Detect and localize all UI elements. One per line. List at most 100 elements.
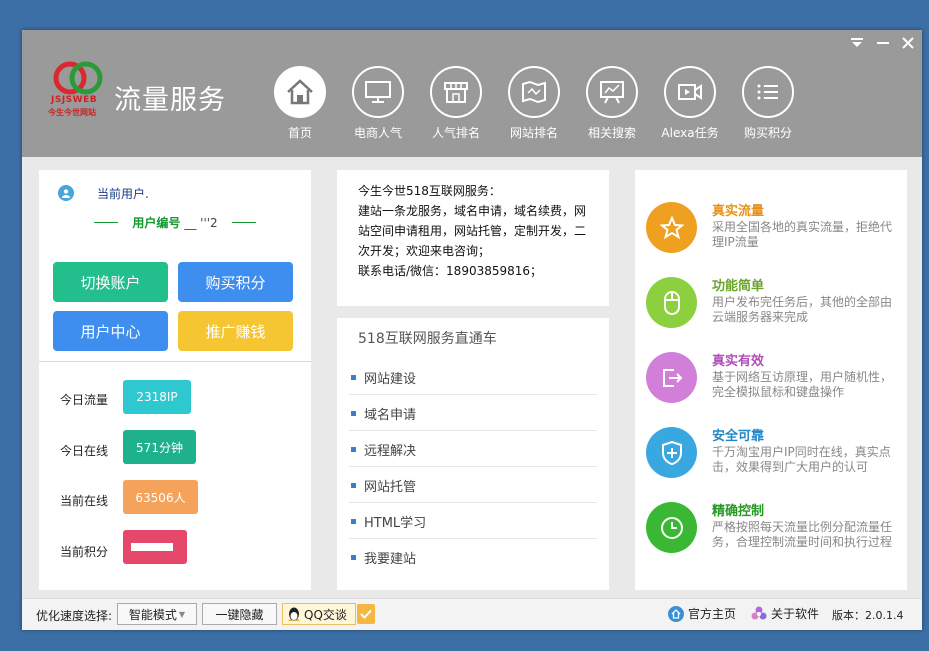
feature-desc: 用户发布完任务后，其他的全部由云端服务器来完成 (712, 295, 893, 324)
nav-related-search[interactable]: 相关搜索 (577, 66, 647, 141)
stat-today-traffic: 2318IP (123, 380, 191, 414)
map-icon (508, 66, 560, 118)
about-link[interactable]: 关于软件 (751, 605, 819, 622)
service-item[interactable]: 域名申请 (349, 396, 597, 431)
shield-plus-icon (646, 427, 697, 478)
mouse-icon (646, 277, 697, 328)
nav-label: 相关搜索 (587, 126, 636, 140)
star-icon (646, 202, 697, 253)
store-icon (430, 66, 482, 118)
hide-button[interactable]: 一键隐藏 (202, 603, 277, 625)
feature-title: 真实有效 (712, 354, 765, 369)
video-icon (664, 66, 716, 118)
service-item[interactable]: 我要建站 (349, 540, 597, 575)
mode-select-value: 智能模式 (128, 607, 177, 622)
service-label: 域名申请 (364, 407, 417, 423)
exit-icon (646, 352, 697, 403)
qq-chat-label: QQ交谈 (304, 607, 347, 622)
minimize-icon[interactable] (874, 34, 892, 52)
nav-ecommerce[interactable]: 电商人气 (343, 66, 413, 141)
feature-title: 功能简单 (712, 279, 765, 294)
user-id-value: __ '''2 (184, 215, 218, 230)
logo: JSJSWEB 今生今世网站 (48, 60, 108, 122)
feature-desc: 千万淘宝用户IP同时在线，真实点击，效果得到广大用户的认可 (712, 445, 891, 474)
nav-label: 人气排名 (431, 126, 480, 140)
mode-select[interactable]: 智能模式 ▼ (117, 603, 197, 625)
current-user-label: 当前用户. (97, 187, 149, 201)
stat-label: 今日在线 (60, 444, 109, 458)
features-panel: 真实流量 采用全国各地的真实流量，拒绝代理IP流量 功能简单 用户发布完任务后，… (635, 170, 907, 590)
about-label: 关于软件 (771, 607, 820, 621)
feature-item: 真实流量 采用全国各地的真实流量，拒绝代理IP流量 (646, 200, 896, 260)
app-title: 流量服务 (114, 85, 226, 116)
app-window: JSJSWEB 今生今世网站 流量服务 首页 电商人气 人气排名 网站排名 相关… (22, 30, 922, 630)
homepage-link[interactable]: 官方主页 (668, 605, 736, 622)
points-redacted-bar (131, 543, 173, 551)
home-globe-icon (668, 605, 684, 622)
service-item[interactable]: 网站建设 (349, 360, 597, 395)
feature-item: 功能简单 用户发布完任务后，其他的全部由云端服务器来完成 (646, 275, 896, 335)
notice-line: 站空间申请租用，网站托管，定制开发，二 (358, 224, 587, 238)
stat-label: 当前积分 (60, 545, 109, 559)
nav-site-rank[interactable]: 网站排名 (499, 66, 569, 141)
version-label: 版本：2.0.1.4 (832, 609, 904, 622)
homepage-label: 官方主页 (688, 607, 737, 621)
service-item[interactable]: 网站托管 (349, 468, 597, 503)
notice-line: 次开发；欢迎来电咨询； (358, 244, 491, 258)
close-icon[interactable] (899, 34, 917, 52)
user-id-label: 用户编号 (132, 216, 181, 230)
service-item[interactable]: HTML学习 (349, 504, 597, 539)
clock-icon (646, 502, 697, 553)
list-icon (742, 66, 794, 118)
qq-penguin-icon (287, 606, 301, 622)
stat-label: 当前在线 (60, 494, 109, 508)
divider (39, 361, 311, 362)
user-avatar-icon (58, 185, 74, 201)
nav-home[interactable]: 首页 (265, 66, 335, 141)
feature-desc: 严格按照每天流量比例分配流量任务，合理控制流量时间和执行过程 (712, 520, 893, 549)
feature-title: 安全可靠 (712, 429, 765, 444)
nav-alexa[interactable]: Alexa任务 (655, 66, 725, 141)
logo-subtext: 今生今世网站 (48, 108, 96, 117)
presentation-icon (586, 66, 638, 118)
feature-desc: 基于网络互访原理，用户随机性，完全模拟鼠标和键盘操作 (712, 370, 893, 399)
service-label: 网站建设 (364, 371, 417, 387)
nav-label: 购买积分 (743, 126, 792, 140)
feature-title: 真实流量 (712, 204, 765, 219)
feature-item: 安全可靠 千万淘宝用户IP同时在线，真实点击，效果得到广大用户的认可 (646, 425, 896, 485)
service-label: 我要建站 (364, 552, 417, 567)
services-title: 518互联网服务直通车 (358, 331, 497, 347)
feature-item: 精确控制 严格按照每天流量比例分配流量任务，合理控制流量时间和执行过程 (646, 500, 896, 560)
buy-points-button[interactable]: 购买积分 (178, 262, 293, 302)
service-item[interactable]: 远程解决 (349, 432, 597, 467)
qq-check-icon[interactable] (357, 604, 375, 624)
notice-line: 今生今世518互联网服务： (358, 184, 501, 198)
stat-today-online: 571分钟 (123, 430, 196, 464)
qq-chat-button[interactable]: QQ交谈 (282, 603, 356, 625)
services-panel: 518互联网服务直通车 网站建设 域名申请 远程解决 网站托管 HTML学习 我… (337, 318, 609, 590)
nav-buy-points[interactable]: 购买积分 (733, 66, 803, 141)
feature-title: 精确控制 (712, 504, 765, 519)
footer: 优化速度选择: 智能模式 ▼ 一键隐藏 QQ交谈 官方主页 关于软件 版本：2.… (22, 598, 922, 630)
header: JSJSWEB 今生今世网站 流量服务 首页 电商人气 人气排名 网站排名 相关… (22, 30, 922, 157)
nav-label: 首页 (287, 126, 312, 140)
notice-line: 联系电话/微信：18903859816； (358, 264, 543, 278)
logo-text: JSJSWEB (51, 95, 98, 105)
user-center-button[interactable]: 用户中心 (53, 311, 168, 351)
service-label: 网站托管 (364, 479, 417, 495)
speed-label: 优化速度选择: (36, 609, 113, 623)
nav-label: 网站排名 (509, 126, 558, 140)
chevron-down-icon: ▼ (178, 609, 186, 619)
home-icon (274, 66, 326, 118)
user-panel: 当前用户. 用户编号 __ '''2 切换账户 购买积分 用户中心 推广赚钱 今… (39, 170, 311, 590)
promote-earn-button[interactable]: 推广赚钱 (178, 311, 293, 351)
switch-account-button[interactable]: 切换账户 (53, 262, 168, 302)
service-label: 远程解决 (364, 443, 417, 459)
stat-label: 今日流量 (60, 393, 109, 407)
notice-panel: 今生今世518互联网服务： 建站一条龙服务，域名申请，域名续费，网 站空间申请租… (337, 170, 609, 306)
menu-dropdown-icon[interactable] (848, 34, 866, 52)
notice-line: 建站一条龙服务，域名申请，域名续费，网 (358, 204, 587, 218)
nav-label: Alexa任务 (661, 126, 719, 140)
nav-label: 电商人气 (353, 126, 402, 140)
nav-popularity[interactable]: 人气排名 (421, 66, 491, 141)
